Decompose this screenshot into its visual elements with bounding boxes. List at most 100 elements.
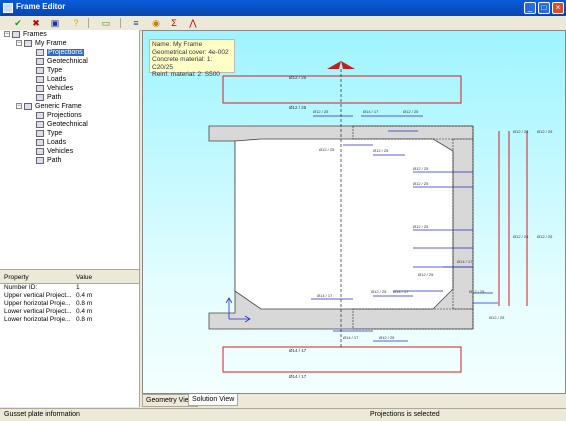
rebar-label: Ø12 / 25 <box>413 166 429 171</box>
right-rebar-projection <box>498 131 528 306</box>
tree-root[interactable]: − Frames <box>4 30 47 39</box>
rebar-label: Ø12 / 25 <box>319 147 335 152</box>
tree-item-geotechnical[interactable]: Geotechnical <box>36 57 88 66</box>
drawing-canvas[interactable]: Name: My Frame Geometrical cover: 4e-002… <box>142 30 566 394</box>
comment-icon[interactable]: ◉ <box>150 17 162 29</box>
tree-item-geotechnical[interactable]: Geotechnical <box>36 120 88 129</box>
toolbar-separator <box>88 18 89 28</box>
type-icon <box>36 66 44 74</box>
path-icon <box>36 93 44 101</box>
value-column-header[interactable]: Value <box>76 273 92 283</box>
property-header: Property Value <box>0 273 139 284</box>
property-name: Lower vertical Project... <box>4 308 72 315</box>
tree-item-vehicles[interactable]: Vehicles <box>36 147 73 156</box>
frame-icon <box>24 102 32 110</box>
rebar-label: Ø12 / 25 <box>413 224 429 229</box>
tree-frame-generic-frame[interactable]: − Generic Frame <box>16 102 82 111</box>
save-icon[interactable]: ▣ <box>49 17 61 29</box>
rebar-label: Ø12 / 25 <box>313 109 329 114</box>
tree-item-projections[interactable]: Projections <box>36 48 84 57</box>
section-marker-icon <box>341 61 355 69</box>
rebar-label: Ø12 / 25 <box>413 181 429 186</box>
status-selection: Projections is selected <box>370 411 440 418</box>
top-rebar-projection <box>222 75 462 104</box>
rebar-label: Ø12 / 25 <box>373 148 389 153</box>
maximize-button[interactable]: □ <box>538 2 550 14</box>
property-row[interactable]: Number ID: 1 <box>0 284 139 292</box>
tree-item-vehicles[interactable]: Vehicles <box>36 84 73 93</box>
rebar-label: Ø12 / 25 <box>379 335 395 340</box>
property-value[interactable]: 0.8 m <box>76 300 92 308</box>
app-icon <box>3 3 13 13</box>
rebar-label: Ø12 / 25 <box>513 234 529 239</box>
loads-icon <box>36 138 44 146</box>
rebar-label: Ø14 / 17 <box>457 259 473 264</box>
folder-icon <box>12 30 20 38</box>
tree-item-path[interactable]: Path <box>36 93 61 102</box>
section-marker-icon <box>327 61 341 69</box>
toolbar: ✔ ✖ ▣ ? ▭ ≡ ◉ Σ ⋀ <box>0 16 566 31</box>
collapse-icon[interactable]: − <box>16 40 22 47</box>
rebar-label: Ø14 / 17 <box>393 289 409 294</box>
view-tabs: Geometry View Solution View <box>142 394 566 407</box>
property-name: Number ID: <box>4 284 38 291</box>
help-icon[interactable]: ? <box>70 17 82 29</box>
left-panel: − Frames − My Frame Projections Geotechnic… <box>0 30 140 407</box>
tree-item-loads[interactable]: Loads <box>36 138 66 147</box>
path-icon <box>36 156 44 164</box>
property-row[interactable]: Upper vertical Project... 0.4 m <box>0 292 139 300</box>
title-bar: Frame Editor _ □ × <box>0 0 566 16</box>
rebar-label: Ø12 / 25 <box>513 129 529 134</box>
frame-drawing: Ø12 / 25 Ø12 / 25 Ø12 / 25 Ø14 / 17 Ø12 … <box>208 61 553 379</box>
rebar-label: Ø14 / 17 <box>317 293 333 298</box>
projections-icon <box>36 111 44 119</box>
rebar-label: Ø12 / 25 <box>418 272 434 277</box>
property-value[interactable]: 0.4 m <box>76 308 92 316</box>
collapse-icon[interactable]: − <box>16 103 22 110</box>
property-column-header[interactable]: Property <box>4 273 72 283</box>
rebar-label: Ø12 / 25 <box>537 129 553 134</box>
cancel-icon[interactable]: ✖ <box>30 17 42 29</box>
tree-item-loads[interactable]: Loads <box>36 75 66 84</box>
tab-solution-view[interactable]: Solution View <box>188 394 239 406</box>
status-bar: Gusset plate information Projections is … <box>0 408 566 421</box>
rebar-label: Ø12 / 25 <box>469 289 485 294</box>
minimize-button[interactable]: _ <box>524 2 536 14</box>
geotechnical-icon <box>36 120 44 128</box>
rebar-label: Ø14 / 17 <box>289 374 307 379</box>
tree-item-path[interactable]: Path <box>36 156 61 165</box>
section-icon[interactable]: Σ <box>168 17 180 29</box>
rebar-label: Ø12 / 25 <box>289 105 307 110</box>
property-grid: Property Value Number ID: 1 Upper vertica… <box>0 273 139 407</box>
collapse-icon[interactable]: − <box>4 31 10 38</box>
vehicles-icon <box>36 84 44 92</box>
frame-icon[interactable]: ▭ <box>100 17 112 29</box>
rebar-label: Ø14 / 17 <box>363 109 379 114</box>
chart-icon[interactable]: ⋀ <box>187 17 199 29</box>
tree-item-type[interactable]: Type <box>36 129 62 138</box>
property-value[interactable]: 0.8 m <box>76 316 92 324</box>
property-name: Upper vertical Project... <box>4 292 72 299</box>
tree-item-projections[interactable]: Projections <box>36 111 82 120</box>
type-icon <box>36 129 44 137</box>
rebar-label: Ø12 / 25 <box>289 75 307 80</box>
rebar-label: Ø14 / 17 <box>343 335 359 340</box>
rebar-label: Ø12 / 25 <box>537 234 553 239</box>
property-row[interactable]: Lower horizotal Proje... 0.8 m <box>0 316 139 324</box>
list-icon[interactable]: ≡ <box>130 17 142 29</box>
property-name: Upper horizotal Proje... <box>4 300 71 307</box>
close-button[interactable]: × <box>552 2 564 14</box>
property-row[interactable]: Lower vertical Project... 0.4 m <box>0 308 139 316</box>
rebar-label: Ø14 / 17 <box>289 348 307 353</box>
property-value[interactable]: 0.4 m <box>76 292 92 300</box>
vehicles-icon <box>36 147 44 155</box>
tree-item-type[interactable]: Type <box>36 66 62 75</box>
property-row[interactable]: Upper horizotal Proje... 0.8 m <box>0 300 139 308</box>
right-rebar-labels: Ø12 / 25 Ø12 / 25 Ø12 / 25 Ø12 / 25 <box>513 129 553 239</box>
property-value[interactable]: 1 <box>76 284 80 292</box>
check-icon[interactable]: ✔ <box>12 17 24 29</box>
loads-icon <box>36 75 44 83</box>
status-message: Gusset plate information <box>4 411 80 418</box>
tree-frame-my-frame[interactable]: − My Frame <box>16 39 67 48</box>
toolbar-separator <box>120 18 121 28</box>
